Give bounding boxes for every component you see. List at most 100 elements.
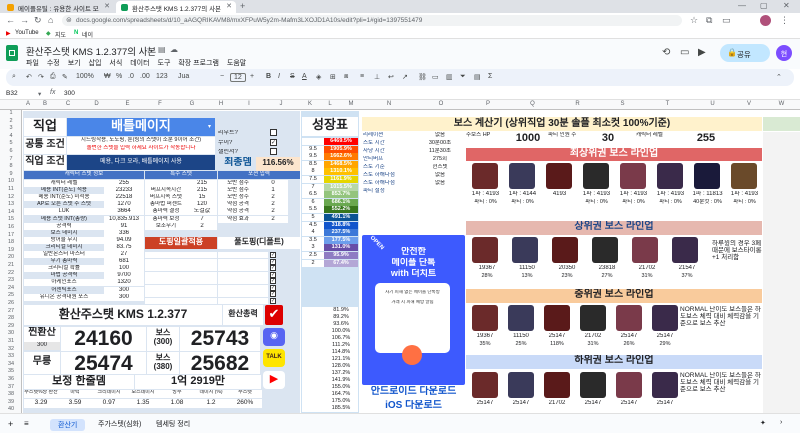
print-icon[interactable]: ⎙ [50,73,56,81]
row-header[interactable]: 35 [0,368,22,374]
forward-icon[interactable]: → [20,16,29,25]
row-header[interactable]: 3 [0,125,22,131]
job-dropdown-icon[interactable]: ▾ [208,124,211,131]
special-stat-value[interactable]: 215 [187,187,217,195]
menu-view[interactable]: 보기 [68,60,81,67]
stat-value-input[interactable]: 27 [104,251,144,258]
new-tab-icon[interactable]: + [240,1,245,11]
row-header[interactable]: 4 [0,133,22,139]
close-tab-icon[interactable]: ✕ [104,2,110,10]
youtube-channel-icon[interactable]: ▶ [263,371,285,389]
row-header[interactable]: 17 [0,232,22,238]
doping-checkbox[interactable]: ✓ [270,291,276,297]
column-header[interactable]: D [80,101,113,107]
discord-icon[interactable]: ◉ [263,328,285,346]
column-header[interactable]: U [690,101,735,107]
wrap-icon[interactable]: ↩ [388,73,394,81]
url-input[interactable]: ⊜ docs.google.com/spreadsheets/d/10_aAGQ… [62,15,682,26]
potion-value[interactable]: 2 [258,201,288,209]
browser-tab-mapleutil[interactable]: 메이플유틸 : 유용한 사이트 모 ✕ [2,1,114,13]
row-header[interactable]: 8 [0,163,22,169]
font-size-plus-icon[interactable]: + [250,73,254,80]
sheet-tab-temsetting[interactable]: 템세팅 정리 [156,419,190,429]
bookmark-maps[interactable]: 지도 [55,30,66,39]
functions-icon[interactable]: Σ [488,73,492,80]
row-header[interactable]: 16 [0,224,22,230]
currency-icon[interactable]: ₩ [104,73,111,80]
stat-value-input[interactable]: 300 [104,286,144,294]
paint-format-icon[interactable]: ✎ [62,73,68,81]
minimize-icon[interactable]: — [738,1,746,10]
filter-views-icon[interactable]: ▤ [474,73,481,81]
share-button[interactable]: 🔒 공유 [720,44,770,62]
stat-value-input[interactable]: 681 [104,258,144,266]
font-size-input[interactable]: 12 [230,73,246,82]
stat-value-input[interactable]: 1270 [104,201,144,209]
input-300-select[interactable]: 300 [24,342,60,350]
stat-value-input[interactable]: 300 [104,293,144,301]
column-header[interactable]: V [735,101,763,107]
column-header[interactable]: B [34,101,56,107]
sheet-tab-jugastat[interactable]: 주가스텟(심화) [98,419,141,429]
stat-value-input[interactable]: 255 [104,180,144,187]
column-header[interactable]: A [22,101,34,107]
bold-icon[interactable]: B [266,73,271,80]
font-size-minus-icon[interactable]: − [220,73,224,80]
menu-format[interactable]: 서식 [109,60,122,67]
boss-info-value[interactable]: 275회 [415,156,465,164]
row-header[interactable]: 10 [0,178,22,184]
redo-icon[interactable]: ↷ [38,73,44,81]
stat-value-input[interactable]: 1320 [104,279,144,287]
bookmark-youtube[interactable]: YouTube [15,30,39,36]
stat-value-input[interactable]: 83.75 [104,243,144,251]
fill-color-icon[interactable]: ◈ [316,73,321,81]
menu-data[interactable]: 데이터 [130,60,149,67]
column-header[interactable]: R [555,101,600,107]
stat-value-input[interactable]: 100 [104,265,144,273]
menu-tools[interactable]: 도구 [158,60,171,67]
undo-icon[interactable]: ↶ [26,73,32,81]
special-stat-value[interactable]: 120 [187,201,217,209]
bookmark-naver[interactable]: 네이 [82,30,93,39]
doping-checkbox[interactable]: ✓ [270,252,276,258]
special-stat-value[interactable]: 215 [187,180,217,187]
star-icon[interactable]: ☆ [146,45,153,54]
row-header[interactable]: 18 [0,239,22,245]
doping-mode-select[interactable]: 풀도핑(디폴트) [218,237,300,249]
column-header[interactable]: G [178,101,206,107]
valign-icon[interactable]: ⊥ [374,73,380,81]
row-header[interactable]: 25 [0,292,22,298]
doping-apply-button[interactable]: 도핑일괄적용 [145,237,217,249]
potion-value[interactable]: 1 [258,187,288,195]
row-header[interactable]: 29 [0,323,22,329]
ios-download-link[interactable]: iOS 다운로드 [362,400,465,413]
percent-icon[interactable]: % [116,73,122,80]
column-header[interactable]: K [300,101,320,107]
move-folder-icon[interactable]: ▤ [158,45,166,54]
comments-icon[interactable]: ▭ [680,47,689,58]
column-header[interactable]: C [56,101,80,107]
android-download-link[interactable]: 안드로이드 다운로드 [362,386,465,399]
profile-avatar[interactable] [760,15,771,26]
borders-icon[interactable]: ⊞ [330,73,336,81]
row-header[interactable]: 2 [0,118,22,124]
align-icon[interactable]: ≡ [360,73,364,80]
doping-checkbox[interactable]: ✓ [270,284,276,291]
row-header[interactable]: 1 [0,110,22,116]
row-header[interactable]: 5 [0,140,22,146]
sidebar-toggle-icon[interactable]: › [780,419,782,426]
column-header[interactable]: Q [510,101,555,107]
stat-value-input[interactable]: 94.09 [104,236,144,244]
row-header[interactable]: 12 [0,194,22,200]
column-header[interactable]: P [466,101,510,107]
row-header[interactable]: 36 [0,376,22,382]
row-header[interactable]: 24 [0,285,22,291]
menu-extensions[interactable]: 확장 프로그램 [178,60,219,67]
row-header[interactable]: 14 [0,209,22,215]
home-icon[interactable]: ⌂ [48,16,53,25]
potion-value[interactable]: 2 [258,208,288,216]
browser-tab-sheets[interactable]: 환산주스탯 KMS 1.2.377의 사본 ✕ [116,1,236,13]
browser-menu-icon[interactable]: ⋮ [780,16,789,25]
row-header[interactable]: 26 [0,300,22,306]
bookmark-star-icon[interactable]: ☆ [690,16,698,25]
